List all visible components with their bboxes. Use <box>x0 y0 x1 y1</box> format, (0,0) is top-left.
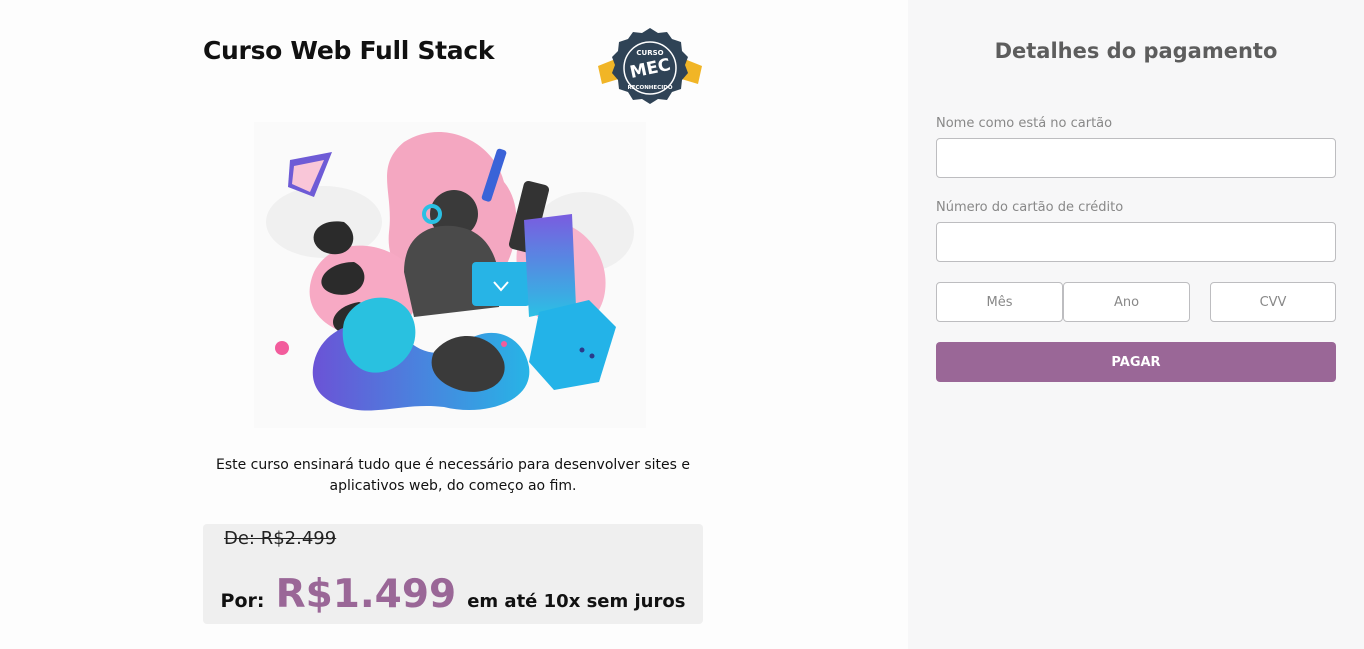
old-price: De: R$2.499 <box>224 528 337 549</box>
mec-badge-icon: CURSO MEC RECONHECIDO <box>596 26 704 110</box>
course-description: Este curso ensinará tudo que é necessári… <box>215 457 691 494</box>
card-number-label: Número do cartão de crédito <box>936 200 1124 215</box>
new-price-row: Por: R$1.499 em até 10x sem juros <box>203 572 703 617</box>
card-name-input[interactable] <box>936 138 1336 178</box>
svg-text:RECONHECIDO: RECONHECIDO <box>628 85 673 91</box>
price-box: De: R$2.499 Por: R$1.499 em até 10x sem … <box>203 524 703 624</box>
card-name-label: Nome como está no cartão <box>936 116 1113 131</box>
expiry-month-input[interactable] <box>936 282 1063 322</box>
pay-button[interactable]: PAGAR <box>936 342 1336 382</box>
current-price: R$1.499 <box>275 572 457 617</box>
expiry-year-input[interactable] <box>1063 282 1190 322</box>
payment-form: Detalhes do pagamento <box>908 0 1364 649</box>
payment-title: Detalhes do pagamento <box>994 39 1278 63</box>
installments-text: em até 10x sem juros <box>467 591 686 612</box>
course-title: Curso Web Full Stack <box>203 36 495 65</box>
card-number-input[interactable] <box>936 222 1336 262</box>
hero-illustration <box>254 122 646 428</box>
por-label: Por: <box>220 590 265 612</box>
cvv-input[interactable] <box>1210 282 1336 322</box>
